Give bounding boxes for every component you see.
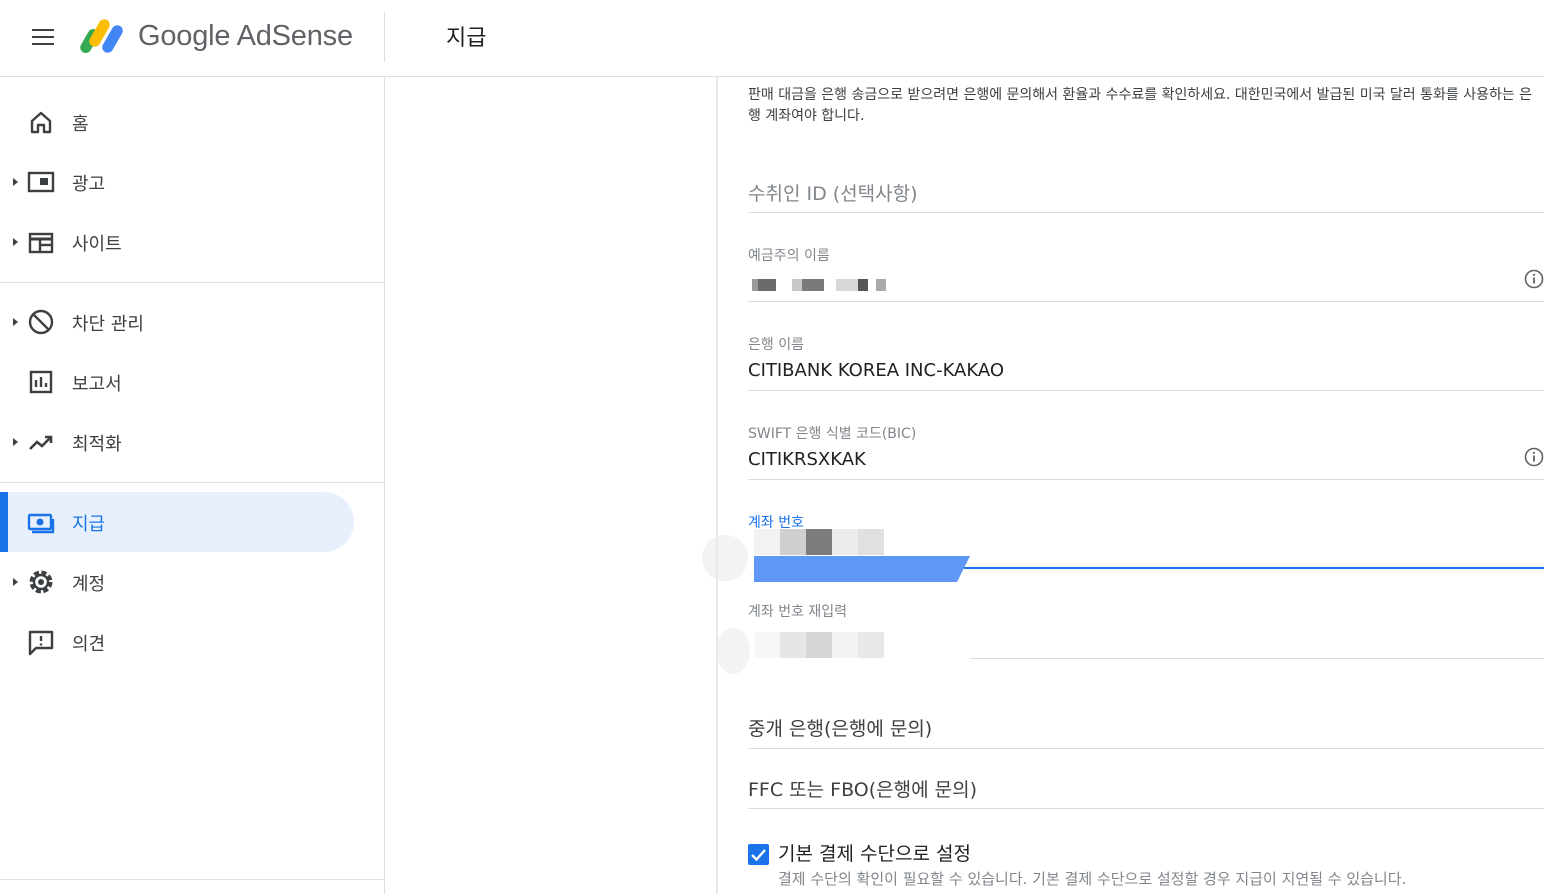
swift-code-label: SWIFT 은행 식별 코드(BIC) [748,426,917,442]
bank-name-label: 은행 이름 [748,337,804,353]
account-number-confirm-underline [970,658,1544,659]
info-icon[interactable] [1524,269,1544,289]
sidebar-nav: 홈 광고 사이트 차단 관리 보고서 최적화 지급 계정 의견 [0,77,385,894]
optimization-icon [29,435,53,450]
sidebar-divider [0,879,384,880]
expand-caret-icon [13,578,18,586]
sidebar-item-label: 사이트 [72,234,122,255]
expand-caret-icon [13,178,18,186]
sidebar-divider [0,282,384,283]
default-payment-label[interactable]: 기본 결제 수단으로 설정 [778,839,971,866]
beneficiary-id-field[interactable]: 수취인 ID (선택사항) [748,159,1544,213]
sidebar-item-label: 지급 [72,514,106,535]
intermediary-bank-placeholder: 중개 은행(은행에 문의) [748,718,933,740]
swift-code-field[interactable]: SWIFT 은행 식별 코드(BIC) CITIKRSXKAK [748,391,1544,480]
default-payment-help: 결제 수단의 확인이 필요할 수 있습니다. 기본 결제 수단으로 설정할 경우… [778,870,1407,888]
scroll-handle [716,628,750,674]
sidebar-item-blocking[interactable]: 차단 관리 [0,292,354,352]
adsense-logo-icon [80,19,123,53]
beneficiary-id-placeholder: 수취인 ID (선택사항) [748,183,918,205]
sidebar-item-label: 홈 [72,114,89,135]
home-icon [30,111,52,134]
expand-caret-icon [13,438,18,446]
account-number-input[interactable] [754,529,884,559]
payments-icon [27,513,55,534]
ffc-fbo-field[interactable]: FFC 또는 FBO(은행에 문의) [748,749,1544,809]
header-divider [384,12,385,62]
default-payment-checkbox[interactable] [748,844,769,865]
sidebar-item-label: 최적화 [72,434,122,455]
sidebar-item-label: 계정 [72,574,106,595]
sidebar-item-optimization[interactable]: 최적화 [0,412,354,472]
account-number-underline [964,567,1544,569]
expand-caret-icon [13,238,18,246]
sites-icon [28,232,54,254]
sidebar-item-home[interactable]: 홈 [0,92,354,152]
bank-name-value: CITIBANK KOREA INC-KAKAO [748,360,1005,381]
ads-icon [27,171,55,193]
sidebar-divider [0,482,384,483]
account-holder-field[interactable]: 예금주의 이름 [748,213,1544,302]
hamburger-menu-icon[interactable] [26,20,60,54]
checkmark-icon [751,849,766,862]
bank-name-field[interactable]: 은행 이름 CITIBANK KOREA INC-KAKAO [748,302,1544,391]
expand-caret-icon [13,318,18,326]
sidebar-item-payments[interactable]: 지급 [0,492,354,552]
sidebar-item-feedback[interactable]: 의견 [0,612,354,672]
page-title: 지급 [446,26,487,51]
feedback-icon [28,630,54,656]
brand-name: Google AdSense [138,20,353,52]
top-app-bar: Google AdSense 지급 [0,0,1544,77]
bank-transfer-form: 판매 대금을 은행 송금으로 받으려면 은행에 문의해서 환율과 수수료를 확인… [748,77,1544,894]
sidebar-item-label: 차단 관리 [72,314,144,335]
account-number-confirm-label: 계좌 번호 재입력 [748,604,848,620]
form-intro-text: 판매 대금을 은행 송금으로 받으려면 은행에 문의해서 환율과 수수료를 확인… [748,87,1533,124]
sidebar-item-ads[interactable]: 광고 [0,152,354,212]
intermediary-bank-field[interactable]: 중개 은행(은행에 문의) [748,694,1544,749]
scroll-handle [702,535,748,581]
sidebar-item-label: 광고 [72,174,106,195]
account-number-selection [754,556,970,582]
account-holder-redacted-value [752,279,886,291]
block-icon [28,309,54,335]
content-divider [716,77,718,894]
info-icon[interactable] [1524,447,1544,467]
ffc-fbo-placeholder: FFC 또는 FBO(은행에 문의) [748,779,978,801]
reports-icon [29,370,53,394]
sidebar-item-label: 의견 [72,634,106,655]
account-holder-label: 예금주의 이름 [748,248,830,264]
sidebar-item-account[interactable]: 계정 [0,552,354,612]
gear-icon [29,570,53,594]
swift-code-value: CITIKRSXKAK [748,449,866,470]
account-number-confirm-input[interactable] [754,632,884,658]
sidebar-item-label: 보고서 [72,374,122,395]
sidebar-item-sites[interactable]: 사이트 [0,212,354,272]
sidebar-item-reports[interactable]: 보고서 [0,352,354,412]
